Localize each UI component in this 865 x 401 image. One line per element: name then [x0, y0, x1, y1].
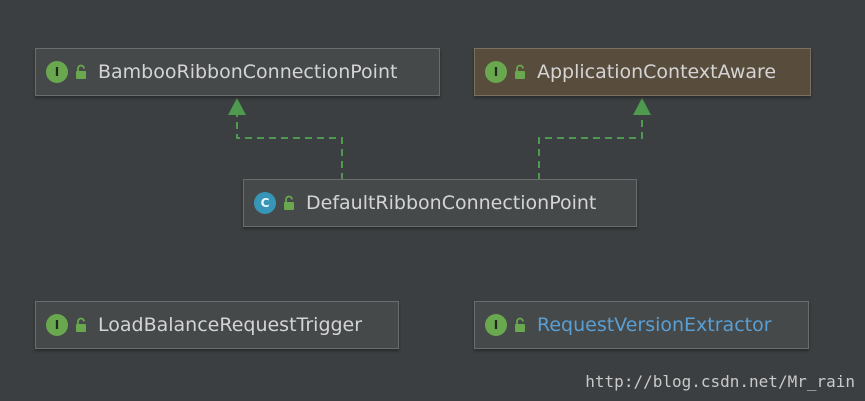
node-label: DefaultRibbonConnectionPoint: [306, 192, 597, 214]
node-label: RequestVersionExtractor: [537, 314, 772, 336]
unlocked-icon: [515, 64, 525, 79]
node-application-context-aware[interactable]: I ApplicationContextAware: [474, 48, 811, 96]
node-default-ribbon-connection-point[interactable]: C DefaultRibbonConnectionPoint: [243, 179, 637, 227]
interface-icon: I: [46, 61, 68, 83]
node-request-version-extractor[interactable]: I RequestVersionExtractor: [474, 301, 809, 349]
edge-default-to-bamboo: [236, 114, 343, 180]
node-label: BambooRibbonConnectionPoint: [98, 61, 398, 83]
arrowhead-bamboo: [228, 98, 246, 115]
unlocked-icon: [76, 317, 86, 332]
unlocked-icon: [515, 317, 525, 332]
node-bamboo-ribbon-connection-point[interactable]: I BambooRibbonConnectionPoint: [35, 48, 440, 96]
unlocked-icon: [284, 195, 294, 210]
node-label: ApplicationContextAware: [537, 61, 777, 83]
edge-default-to-appctx: [538, 114, 643, 180]
interface-icon: I: [485, 314, 507, 336]
interface-icon: I: [485, 61, 507, 83]
class-icon: C: [254, 192, 276, 214]
node-load-balance-request-trigger[interactable]: I LoadBalanceRequestTrigger: [35, 301, 399, 349]
arrowhead-appctx: [633, 98, 651, 115]
node-label: LoadBalanceRequestTrigger: [98, 314, 363, 336]
watermark-url: http://blog.csdn.net/Mr_rain: [585, 372, 855, 391]
interface-icon: I: [46, 314, 68, 336]
unlocked-icon: [76, 64, 86, 79]
